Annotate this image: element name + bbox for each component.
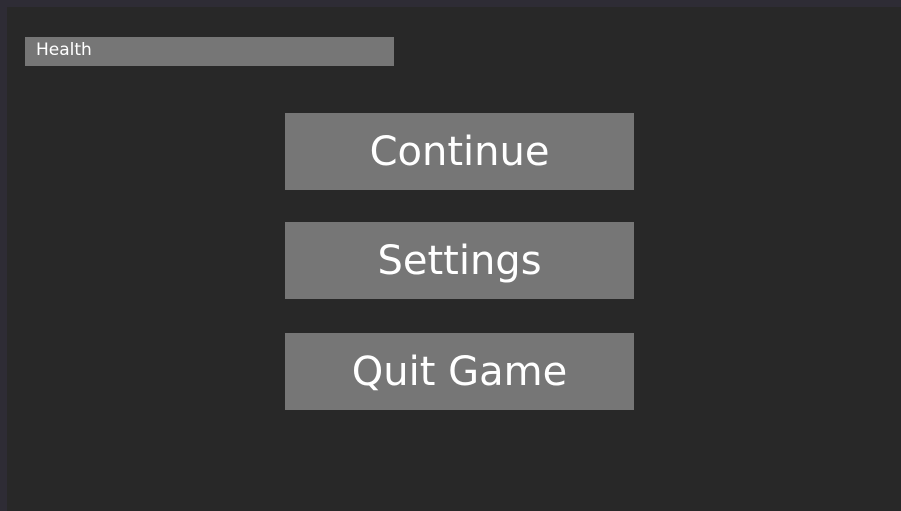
quit-game-button[interactable]: Quit Game bbox=[285, 333, 634, 410]
health-label: Health bbox=[36, 40, 92, 60]
game-viewport: Health Continue Settings Quit Game bbox=[7, 7, 901, 511]
health-bar: Health bbox=[25, 37, 394, 66]
continue-button[interactable]: Continue bbox=[285, 113, 634, 190]
continue-button-label: Continue bbox=[369, 128, 550, 175]
quit-game-button-label: Quit Game bbox=[351, 348, 568, 395]
settings-button-label: Settings bbox=[377, 237, 542, 284]
settings-button[interactable]: Settings bbox=[285, 222, 634, 299]
